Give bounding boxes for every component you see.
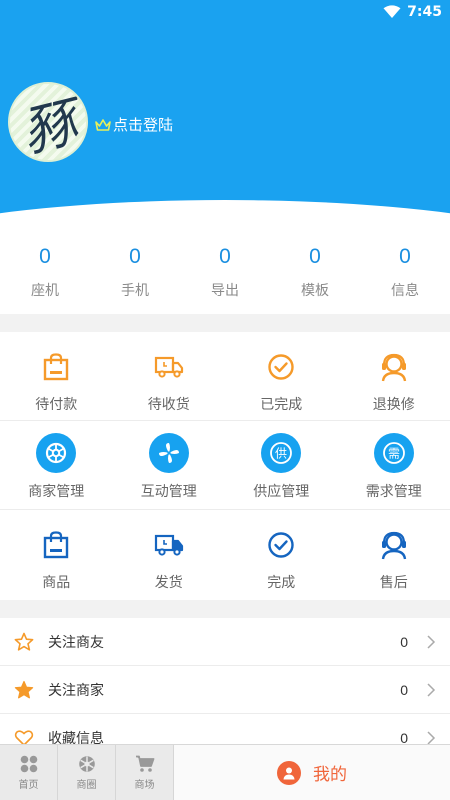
done-button[interactable]: 完成 (225, 510, 338, 600)
check-circle-icon (261, 350, 301, 384)
shopping-bag-icon (36, 528, 76, 562)
cell-label: 互动管理 (140, 484, 197, 500)
list-item-followed-friends[interactable]: 关注商友 0 (0, 618, 450, 666)
list-item-followed-merchants[interactable]: 关注商家 0 (0, 666, 450, 714)
stat-export[interactable]: 0 导出 (180, 228, 270, 314)
interaction-manage-button[interactable]: 互动管理 (113, 421, 226, 509)
orders-row: 待付款 待收货 已完成 退换修 (0, 332, 450, 421)
nav-home[interactable]: 首页 (0, 745, 58, 800)
cell-label: 完成 (267, 575, 296, 591)
completed-button[interactable]: 已完成 (225, 332, 338, 420)
cell-label: 商家管理 (28, 484, 85, 500)
after-sales-button[interactable]: 售后 (338, 510, 450, 600)
chevron-right-icon (427, 682, 436, 697)
fan-icon (148, 433, 189, 473)
stat-label: 手机 (121, 283, 149, 299)
status-time: 7:45 (407, 4, 442, 20)
crown-icon (95, 118, 111, 131)
aperture-icon (36, 433, 77, 473)
nav-label: 商圈 (76, 780, 97, 791)
favorites-list: 关注商友 0 关注商家 0 收藏信息 0 (0, 618, 450, 762)
avatar[interactable]: 豩 (8, 82, 88, 162)
cell-label: 待付款 (35, 397, 78, 413)
user-icon (277, 760, 301, 785)
stat-label: 模板 (301, 283, 329, 299)
ship-button[interactable]: 发货 (113, 510, 226, 600)
manage-row: 商家管理 互动管理 供 供应管理 需 需求管理 (0, 421, 450, 510)
cell-label: 发货 (154, 575, 183, 591)
supply-manage-button[interactable]: 供 供应管理 (225, 421, 338, 509)
cell-label: 供应管理 (253, 484, 310, 500)
bottom-nav: 首页 商圈 商场 我的 (0, 744, 450, 800)
stat-value: 0 (309, 245, 321, 268)
list-count: 0 (400, 681, 408, 698)
nav-circle[interactable]: 商圈 (58, 745, 116, 800)
cart-icon (135, 755, 154, 772)
pending-payment-button[interactable]: 待付款 (0, 332, 113, 420)
list-label: 关注商家 (48, 682, 104, 699)
stat-value: 0 (39, 245, 51, 268)
function-grid: 待付款 待收货 已完成 退换修 商家管理 互动管理 供 供应管理 需 需求管理 … (0, 332, 450, 600)
seller-row: 商品 发货 完成 售后 (0, 510, 450, 600)
customer-service-icon (374, 350, 414, 384)
stat-mobile[interactable]: 0 手机 (90, 228, 180, 314)
stats-bar: 0 座机 0 手机 0 导出 0 模板 0 信息 (0, 228, 450, 314)
nav-me-label: 我的 (313, 765, 347, 785)
nav-me[interactable]: 我的 (174, 745, 450, 800)
cell-label: 售后 (379, 575, 408, 591)
check-circle-icon (261, 528, 301, 562)
supply-icon: 供 (261, 433, 302, 473)
stat-value: 0 (129, 245, 141, 268)
stat-value: 0 (219, 245, 231, 268)
pending-receipt-button[interactable]: 待收货 (113, 332, 226, 420)
list-label: 关注商友 (48, 634, 104, 651)
demand-manage-button[interactable]: 需 需求管理 (338, 421, 450, 509)
nav-mall[interactable]: 商场 (116, 745, 174, 800)
header-curve (0, 200, 450, 228)
demand-glyph: 需 (388, 447, 400, 461)
profile-header: 7:45 豩 点击登陆 (0, 0, 450, 228)
stat-template[interactable]: 0 模板 (270, 228, 360, 314)
chevron-right-icon (427, 634, 436, 649)
merchant-manage-button[interactable]: 商家管理 (0, 421, 113, 509)
demand-icon: 需 (373, 433, 414, 473)
customer-service-icon (374, 528, 414, 562)
cell-label: 待收货 (147, 397, 190, 413)
stat-label: 座机 (31, 283, 59, 299)
login-link[interactable]: 点击登陆 (95, 114, 173, 135)
supply-glyph: 供 (275, 447, 287, 461)
login-label: 点击登陆 (113, 116, 174, 134)
stat-label: 信息 (391, 283, 419, 299)
star-outline-icon (14, 632, 34, 652)
stat-info[interactable]: 0 信息 (360, 228, 450, 314)
status-bar: 7:45 (383, 0, 450, 24)
avatar-text: 豩 (15, 89, 84, 162)
cell-label: 已完成 (260, 397, 303, 413)
stat-landline[interactable]: 0 座机 (0, 228, 90, 314)
cell-label: 商品 (42, 575, 71, 591)
cell-label: 退换修 (372, 397, 415, 413)
goods-button[interactable]: 商品 (0, 510, 113, 600)
star-filled-icon (14, 680, 34, 700)
stat-label: 导出 (211, 283, 239, 299)
list-count: 0 (400, 633, 408, 650)
return-repair-button[interactable]: 退换修 (338, 332, 450, 420)
home-grid-icon (20, 755, 37, 773)
stat-value: 0 (399, 245, 411, 268)
wifi-icon (383, 5, 401, 18)
cell-label: 需求管理 (365, 484, 422, 500)
shopping-bag-icon (36, 350, 76, 384)
delivery-truck-icon (149, 350, 189, 384)
delivery-truck-icon (149, 528, 189, 562)
nav-label: 首页 (18, 780, 39, 791)
nav-label: 商场 (134, 780, 155, 791)
aperture-icon (78, 756, 95, 772)
